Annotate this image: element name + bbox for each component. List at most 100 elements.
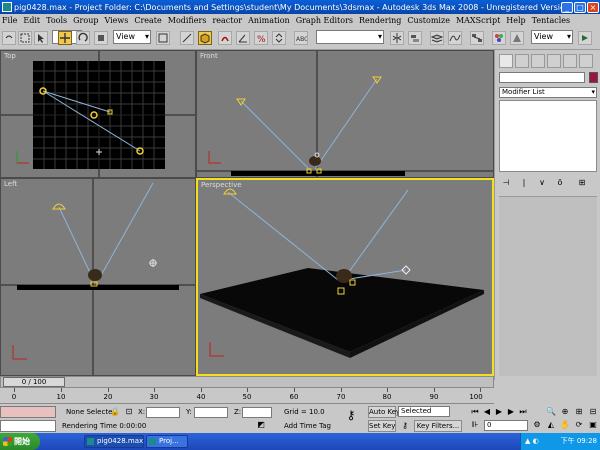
menu-help[interactable]: Help: [506, 16, 525, 25]
time-slider[interactable]: 0 / 100: [0, 376, 494, 388]
viewport-label-perspective[interactable]: Perspective: [201, 181, 242, 189]
y-coordinate-field[interactable]: [194, 407, 228, 418]
render-scene-icon[interactable]: [510, 31, 524, 45]
set-key-icon[interactable]: ⚷: [400, 421, 410, 431]
field-of-view-icon[interactable]: ◭: [546, 420, 556, 430]
utilities-tab-icon[interactable]: [579, 54, 593, 68]
select-move-icon[interactable]: [58, 31, 72, 45]
hierarchy-tab-icon[interactable]: [531, 54, 545, 68]
viewport-front[interactable]: Front: [196, 50, 494, 178]
go-to-start-icon[interactable]: ⏮: [470, 407, 480, 417]
menu-tentacles[interactable]: Tentacles: [532, 16, 570, 25]
make-unique-icon[interactable]: ∨: [537, 178, 547, 188]
curve-editor-icon[interactable]: [448, 31, 462, 45]
align-icon[interactable]: [408, 31, 422, 45]
zoom-extents-icon[interactable]: ⊞: [574, 407, 584, 417]
show-end-result-icon[interactable]: |: [519, 178, 529, 188]
viewport-left[interactable]: Left: [0, 178, 196, 376]
taskbar-item-3dsmax[interactable]: pig0428.max: [84, 435, 144, 448]
display-tab-icon[interactable]: [563, 54, 577, 68]
snaps-toggle-icon[interactable]: [218, 31, 232, 45]
set-key-button[interactable]: Set Key: [368, 420, 396, 432]
previous-frame-icon[interactable]: ◀: [482, 407, 492, 417]
render-type-dropdown[interactable]: View: [531, 30, 573, 44]
motion-tab-icon[interactable]: [547, 54, 561, 68]
menu-edit[interactable]: Edit: [23, 16, 40, 25]
maxscript-output-field[interactable]: [0, 420, 56, 432]
mirror-icon[interactable]: [390, 31, 404, 45]
create-tab-icon[interactable]: [499, 54, 513, 68]
menu-file[interactable]: File: [2, 16, 17, 25]
track-bar[interactable]: 0 10 20 30 40 50 60 70 80 90 100: [0, 388, 494, 404]
key-filters-button[interactable]: Key Filters...: [414, 420, 462, 432]
angle-snap-icon[interactable]: [236, 31, 250, 45]
key-mode-dropdown[interactable]: Selected: [398, 406, 450, 417]
remove-modifier-icon[interactable]: ö: [555, 178, 565, 188]
named-selection-dropdown[interactable]: [316, 30, 384, 44]
maxscript-listener-field[interactable]: [0, 406, 56, 418]
maximize-viewport-icon[interactable]: ▣: [588, 420, 598, 430]
z-coordinate-field[interactable]: [242, 407, 272, 418]
menu-customize[interactable]: Customize: [407, 16, 450, 25]
percent-snap-icon[interactable]: %: [254, 31, 268, 45]
modifier-list-dropdown[interactable]: Modifier List: [499, 87, 597, 98]
viewport-top[interactable]: Top: [0, 50, 196, 178]
layer-manager-icon[interactable]: [430, 31, 444, 45]
configure-sets-icon[interactable]: ⊞: [577, 178, 587, 188]
keyboard-shortcut-toggle-icon[interactable]: [198, 31, 212, 45]
pivot-center-icon[interactable]: [156, 31, 170, 45]
time-tag-icon[interactable]: ◩: [256, 420, 266, 430]
zoom-icon[interactable]: 🔍: [546, 407, 556, 417]
undo-icon[interactable]: [2, 31, 16, 45]
reference-coord-dropdown[interactable]: View: [113, 30, 151, 44]
next-frame-icon[interactable]: ▶: [506, 407, 516, 417]
menu-maxscript[interactable]: MAXScript: [456, 16, 500, 25]
arc-rotate-icon[interactable]: ⟳: [574, 420, 584, 430]
modifier-stack[interactable]: [499, 100, 597, 172]
zoom-all-icon[interactable]: ⊕: [560, 407, 570, 417]
x-coordinate-field[interactable]: [146, 407, 180, 418]
start-button[interactable]: 開始: [0, 433, 40, 450]
pan-icon[interactable]: ✋: [560, 420, 570, 430]
select-object-icon[interactable]: [34, 31, 48, 45]
zoom-extents-all-icon[interactable]: ⊟: [588, 407, 598, 417]
go-to-end-icon[interactable]: ⏭: [518, 407, 528, 417]
play-icon[interactable]: ▶: [494, 407, 504, 417]
object-name-field[interactable]: [499, 72, 585, 83]
menu-reactor[interactable]: reactor: [212, 16, 242, 25]
auto-key-button[interactable]: Auto Key: [368, 406, 400, 418]
minimize-button[interactable]: _: [561, 1, 573, 13]
menu-animation[interactable]: Animation: [248, 16, 290, 25]
absolute-mode-icon[interactable]: ⊡: [124, 407, 134, 417]
menu-views[interactable]: Views: [104, 16, 128, 25]
menu-rendering[interactable]: Rendering: [359, 16, 401, 25]
menu-tools[interactable]: Tools: [46, 16, 67, 25]
pin-stack-icon[interactable]: ⊣: [501, 178, 511, 188]
modify-tab-icon[interactable]: [515, 54, 529, 68]
lock-selection-icon[interactable]: 🔒: [110, 407, 120, 417]
viewport-perspective[interactable]: Perspective: [196, 178, 494, 376]
material-editor-icon[interactable]: [492, 31, 506, 45]
spinner-snap-icon[interactable]: [272, 31, 286, 45]
menu-modifiers[interactable]: Modifiers: [168, 16, 207, 25]
select-scale-icon[interactable]: [94, 31, 108, 45]
edit-named-selection-icon[interactable]: ABC: [294, 31, 308, 45]
viewport-label-front[interactable]: Front: [200, 52, 218, 60]
manipulate-icon[interactable]: [180, 31, 194, 45]
viewport-label-top[interactable]: Top: [4, 52, 16, 60]
viewport-label-left[interactable]: Left: [4, 180, 17, 188]
quick-render-icon[interactable]: [578, 31, 592, 45]
time-config-icon[interactable]: ⚙: [532, 420, 542, 430]
add-time-tag-button[interactable]: Add Time Tag: [284, 422, 331, 430]
tray-icons[interactable]: ▲ ◐: [525, 433, 539, 450]
select-region-icon[interactable]: [18, 31, 32, 45]
select-rotate-icon[interactable]: [76, 31, 90, 45]
app-icon[interactable]: [2, 2, 12, 12]
current-frame-field[interactable]: 0: [484, 420, 528, 431]
close-button[interactable]: ×: [587, 1, 599, 13]
taskbar-item-project[interactable]: Proj...: [146, 435, 188, 448]
menu-create[interactable]: Create: [134, 16, 161, 25]
object-color-swatch[interactable]: [589, 72, 598, 83]
menu-group[interactable]: Group: [73, 16, 98, 25]
maximize-button[interactable]: □: [574, 1, 586, 13]
